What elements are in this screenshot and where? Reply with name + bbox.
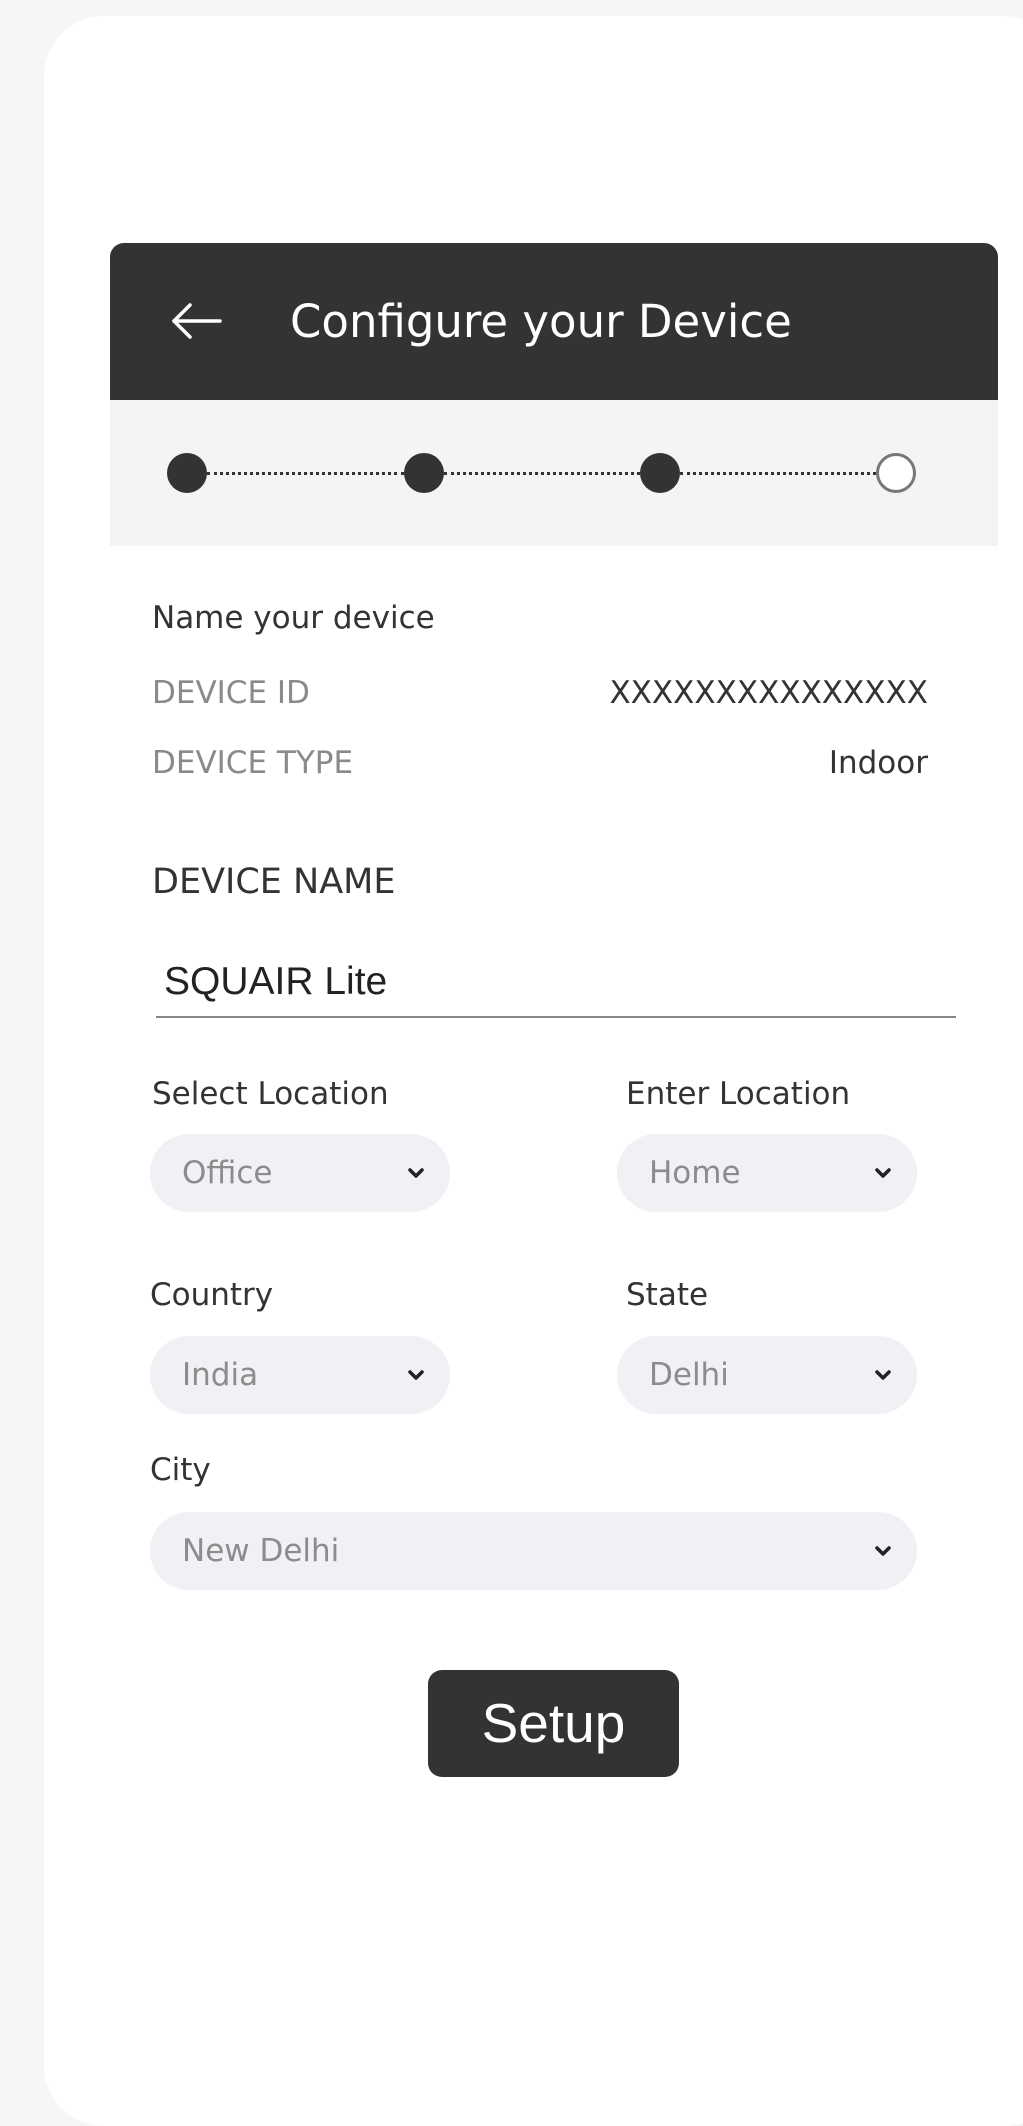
city-dropdown[interactable]: New Delhi	[150, 1512, 917, 1590]
chevron-down-icon	[875, 1370, 891, 1380]
enter-location-value: Home	[649, 1155, 741, 1191]
step-2-complete	[404, 453, 444, 493]
device-name-label: DEVICE NAME	[152, 862, 396, 902]
app-header: Configure your Device	[110, 243, 998, 400]
step-connector-3	[680, 472, 876, 475]
setup-button[interactable]: Setup	[428, 1670, 679, 1777]
enter-location-dropdown[interactable]: Home	[617, 1134, 917, 1212]
device-id-value: XXXXXXXXXXXXXXX	[609, 675, 928, 711]
city-label: City	[150, 1452, 211, 1488]
chevron-down-icon	[408, 1370, 424, 1380]
device-type-label: DEVICE TYPE	[152, 745, 354, 781]
select-location-dropdown[interactable]: Office	[150, 1134, 450, 1212]
back-arrow-icon[interactable]	[170, 301, 222, 341]
section-title: Name your device	[152, 600, 435, 636]
chevron-down-icon	[875, 1168, 891, 1178]
step-4-current	[876, 453, 916, 493]
country-dropdown[interactable]: India	[150, 1336, 450, 1414]
state-value: Delhi	[649, 1357, 729, 1393]
select-location-label: Select Location	[152, 1076, 389, 1112]
enter-location-label: Enter Location	[626, 1076, 851, 1112]
country-label: Country	[150, 1277, 274, 1313]
step-1-complete	[167, 453, 207, 493]
state-dropdown[interactable]: Delhi	[617, 1336, 917, 1414]
state-label: State	[626, 1277, 709, 1313]
page-title: Configure your Device	[290, 295, 792, 348]
step-connector-2	[444, 472, 640, 475]
chevron-down-icon	[408, 1168, 424, 1178]
device-id-label: DEVICE ID	[152, 675, 310, 711]
progress-stepper	[110, 400, 998, 546]
select-location-value: Office	[182, 1155, 273, 1191]
step-connector-1	[207, 472, 404, 475]
city-value: New Delhi	[182, 1533, 340, 1569]
country-value: India	[182, 1357, 259, 1393]
step-3-complete	[640, 453, 680, 493]
chevron-down-icon	[875, 1546, 891, 1556]
device-name-input[interactable]	[156, 948, 956, 1018]
device-type-value: Indoor	[828, 745, 928, 781]
